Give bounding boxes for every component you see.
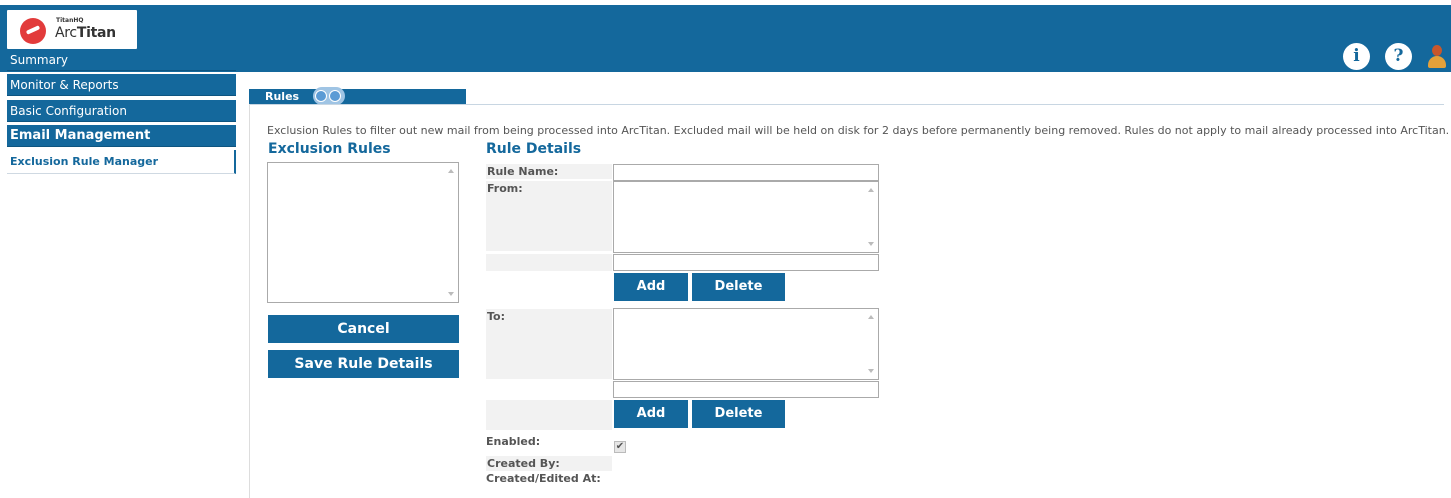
rule-name-input[interactable] <box>613 164 879 181</box>
refresh-icon[interactable] <box>313 87 345 105</box>
scroll-down-icon[interactable] <box>868 242 874 246</box>
logo-small-text: TitanHQ <box>56 17 84 24</box>
from-list[interactable] <box>613 181 879 253</box>
info-icon[interactable]: i <box>1343 43 1370 70</box>
to-address-input[interactable] <box>613 381 879 398</box>
scroll-up-icon[interactable] <box>868 315 874 319</box>
enabled-checkbox[interactable]: ✔ <box>614 441 626 453</box>
sidebar-subitem-exclusion-rule-manager[interactable]: Exclusion Rule Manager <box>7 150 236 174</box>
to-buttons-label-cell <box>486 400 612 430</box>
to-add-button[interactable]: Add <box>614 400 688 428</box>
from-input-label-cell <box>486 254 612 271</box>
from-label: From: <box>486 181 612 251</box>
sidebar-item-summary[interactable]: Summary <box>7 49 236 71</box>
page-description: Exclusion Rules to filter out new mail f… <box>267 124 1450 137</box>
save-rule-details-button[interactable]: Save Rule Details <box>268 350 459 378</box>
to-label: To: <box>486 309 612 379</box>
content-left-border <box>249 104 250 498</box>
scroll-up-icon[interactable] <box>448 169 454 173</box>
help-icon[interactable]: ? <box>1385 43 1412 70</box>
scroll-down-icon[interactable] <box>868 369 874 373</box>
enabled-label: Enabled: <box>486 435 541 448</box>
rule-details-heading: Rule Details <box>486 141 582 157</box>
logo-text: ArcTitan <box>55 25 116 41</box>
tab-rules[interactable]: Rules <box>249 87 466 105</box>
arctitan-logo[interactable]: TitanHQ ArcTitan <box>7 10 137 49</box>
created-by-label: Created By: <box>486 456 612 471</box>
to-delete-button[interactable]: Delete <box>692 400 785 428</box>
logo-mark-icon <box>20 18 46 44</box>
sidebar-item-email-management[interactable]: Email Management <box>7 125 236 147</box>
exclusion-rules-heading: Exclusion Rules <box>268 141 391 157</box>
exclusion-rules-list[interactable] <box>267 162 459 303</box>
sidebar-item-monitor-reports[interactable]: Monitor & Reports <box>7 74 236 96</box>
from-delete-button[interactable]: Delete <box>692 273 785 301</box>
scroll-down-icon[interactable] <box>448 292 454 296</box>
rule-name-label: Rule Name: <box>486 164 612 179</box>
to-list[interactable] <box>613 308 879 380</box>
created-edited-at-label: Created/Edited At: <box>486 472 601 485</box>
cancel-button[interactable]: Cancel <box>268 315 459 343</box>
user-icon[interactable] <box>1426 45 1448 69</box>
scroll-up-icon[interactable] <box>868 188 874 192</box>
tab-rules-label: Rules <box>265 90 300 103</box>
sidebar-item-basic-configuration[interactable]: Basic Configuration <box>7 100 236 122</box>
from-add-button[interactable]: Add <box>614 273 688 301</box>
from-address-input[interactable] <box>613 254 879 271</box>
tab-divider <box>249 104 1444 105</box>
